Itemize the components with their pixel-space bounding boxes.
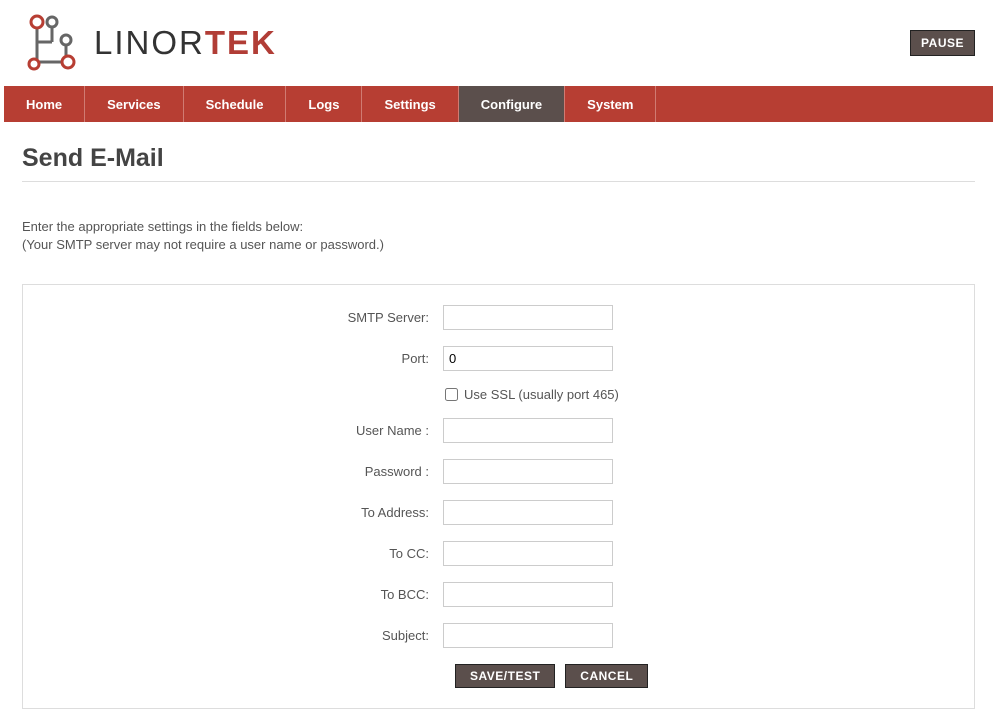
navbar: Home Services Schedule Logs Settings Con… (4, 86, 993, 122)
form-box: SMTP Server: Port: Use SSL (usually port… (22, 284, 975, 709)
intro-line-2: (Your SMTP server may not require a user… (22, 236, 975, 254)
logo-icon (22, 12, 84, 74)
input-to-address[interactable] (443, 500, 613, 525)
label-smtp-server: SMTP Server: (23, 310, 443, 325)
intro-text: Enter the appropriate settings in the fi… (22, 218, 975, 254)
nav-logs[interactable]: Logs (286, 86, 362, 122)
row-to-cc: To CC: (23, 541, 974, 566)
input-password[interactable] (443, 459, 613, 484)
input-subject[interactable] (443, 623, 613, 648)
label-to-bcc: To BCC: (23, 587, 443, 602)
label-use-ssl: Use SSL (usually port 465) (464, 387, 619, 402)
nav-services[interactable]: Services (85, 86, 184, 122)
label-port: Port: (23, 351, 443, 366)
label-to-cc: To CC: (23, 546, 443, 561)
button-row: SAVE/TEST CANCEL (455, 664, 974, 688)
checkbox-use-ssl[interactable] (445, 388, 458, 401)
row-password: Password : (23, 459, 974, 484)
nav-settings[interactable]: Settings (362, 86, 458, 122)
cancel-button[interactable]: CANCEL (565, 664, 648, 688)
label-password: Password : (23, 464, 443, 479)
page-title: Send E-Mail (22, 144, 975, 182)
header: LINORTEK PAUSE (0, 0, 997, 86)
nav-configure[interactable]: Configure (459, 86, 565, 122)
input-user-name[interactable] (443, 418, 613, 443)
nav-system[interactable]: System (565, 86, 656, 122)
save-test-button[interactable]: SAVE/TEST (455, 664, 555, 688)
row-port: Port: (23, 346, 974, 371)
row-user-name: User Name : (23, 418, 974, 443)
label-subject: Subject: (23, 628, 443, 643)
label-to-address: To Address: (23, 505, 443, 520)
nav-schedule[interactable]: Schedule (184, 86, 287, 122)
row-use-ssl: Use SSL (usually port 465) (443, 387, 974, 402)
row-to-bcc: To BCC: (23, 582, 974, 607)
brand-suffix: TEK (205, 24, 277, 61)
row-subject: Subject: (23, 623, 974, 648)
nav-home[interactable]: Home (4, 86, 85, 122)
label-user-name: User Name : (23, 423, 443, 438)
brand-text: LINORTEK (94, 24, 277, 62)
row-to-address: To Address: (23, 500, 974, 525)
input-to-cc[interactable] (443, 541, 613, 566)
row-smtp-server: SMTP Server: (23, 305, 974, 330)
input-smtp-server[interactable] (443, 305, 613, 330)
input-port[interactable] (443, 346, 613, 371)
pause-button[interactable]: PAUSE (910, 30, 975, 56)
input-to-bcc[interactable] (443, 582, 613, 607)
intro-line-1: Enter the appropriate settings in the fi… (22, 218, 975, 236)
brand-logo: LINORTEK (22, 12, 277, 74)
content: Send E-Mail Enter the appropriate settin… (0, 132, 997, 721)
brand-prefix: LINOR (94, 24, 205, 61)
